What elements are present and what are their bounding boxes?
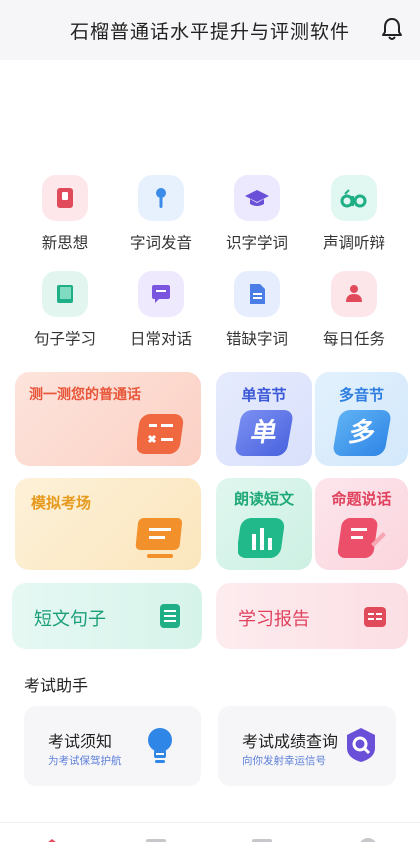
card-subtitle: 向你发射幸运信号 <box>242 755 326 767</box>
score-query-card[interactable]: 考试成绩查询 向你发射幸运信号 <box>218 706 396 786</box>
card-title: 短文句子 <box>34 609 106 630</box>
search-shield-icon <box>347 728 375 762</box>
card-title: 考试须知 <box>48 732 113 751</box>
grid-item-label: 识字学词 <box>225 234 288 252</box>
tone-icon <box>331 175 377 221</box>
grid-item-sentences[interactable]: 句子学习 <box>15 271 115 349</box>
card-title: 学习报告 <box>238 609 310 630</box>
calculator-icon <box>137 414 184 454</box>
grid-item-label: 每日任务 <box>322 330 385 348</box>
lightbulb-icon <box>148 728 172 763</box>
grid-item-label: 日常对话 <box>129 330 192 348</box>
grid-item-literacy[interactable]: 识字学词 <box>207 175 307 253</box>
home-icon[interactable] <box>40 835 64 842</box>
document-list-icon <box>160 604 180 628</box>
book-tab-icon[interactable] <box>144 835 168 842</box>
card-title: 单音节 <box>241 386 287 404</box>
microphone-icon <box>138 175 184 221</box>
grid-item-dialogue[interactable]: 日常对话 <box>111 271 211 349</box>
pen-paper-icon <box>337 518 386 558</box>
grid-item-label: 句子学习 <box>33 330 96 348</box>
profile-tab-icon[interactable] <box>356 835 380 842</box>
bell-icon[interactable] <box>380 16 404 42</box>
page-title: 石榴普通话水平提升与评测软件 <box>69 21 350 43</box>
book-icon <box>42 175 88 221</box>
section-title-assistant: 考试助手 <box>24 676 89 695</box>
single-syllable-card[interactable]: 单音节 单 <box>216 372 312 466</box>
card-title: 命题说话 <box>331 490 392 508</box>
grid-item-label: 字词发音 <box>129 234 192 252</box>
exam-notice-card[interactable]: 考试须知 为考试保驾护航 <box>24 706 201 786</box>
grid-item-tones[interactable]: 声调听辩 <box>304 175 404 253</box>
monitor-icon <box>135 518 183 558</box>
bar-chart-icon <box>238 518 285 558</box>
grid-item-missing-words[interactable]: 错缺字词 <box>207 271 307 349</box>
topic-speech-card[interactable]: 命题说话 <box>315 478 408 570</box>
report-book-icon <box>364 607 386 627</box>
mock-exam-card[interactable]: 模拟考场 <box>15 478 201 570</box>
grid-item-pronunciation[interactable]: 字词发音 <box>111 175 211 253</box>
grid-item-label: 新思想 <box>41 234 89 252</box>
list-tab-icon[interactable] <box>250 835 274 842</box>
notebook-icon <box>42 271 88 317</box>
multi-syllable-card[interactable]: 多音节 多 <box>315 372 408 466</box>
card-subtitle: 为考试保驾护航 <box>48 755 122 767</box>
card-title: 考试成绩查询 <box>242 732 339 751</box>
read-passage-card[interactable]: 朗读短文 <box>216 478 312 570</box>
app-header: 石榴普通话水平提升与评测软件 <box>0 0 420 60</box>
graduation-cap-icon <box>234 175 280 221</box>
grid-item-label: 错缺字词 <box>225 330 288 348</box>
short-sentences-card[interactable]: 短文句子 <box>12 583 202 649</box>
person-icon <box>331 271 377 317</box>
single-glyph-badge: 单 <box>233 410 295 456</box>
bottom-tab-bar <box>0 822 420 842</box>
test-mandarin-card[interactable]: 测一测您的普通话 <box>15 372 201 466</box>
card-title: 朗读短文 <box>233 490 294 508</box>
study-report-card[interactable]: 学习报告 <box>216 583 408 649</box>
grid-item-daily-task[interactable]: 每日任务 <box>304 271 404 349</box>
multi-glyph-badge: 多 <box>331 410 393 456</box>
chat-icon <box>138 271 184 317</box>
card-title: 测一测您的普通话 <box>29 387 141 403</box>
card-title: 模拟考场 <box>31 494 92 512</box>
card-title: 多音节 <box>338 386 384 404</box>
grid-item-new-thought[interactable]: 新思想 <box>15 175 115 253</box>
grid-item-label: 声调听辩 <box>322 234 385 252</box>
document-icon <box>234 271 280 317</box>
